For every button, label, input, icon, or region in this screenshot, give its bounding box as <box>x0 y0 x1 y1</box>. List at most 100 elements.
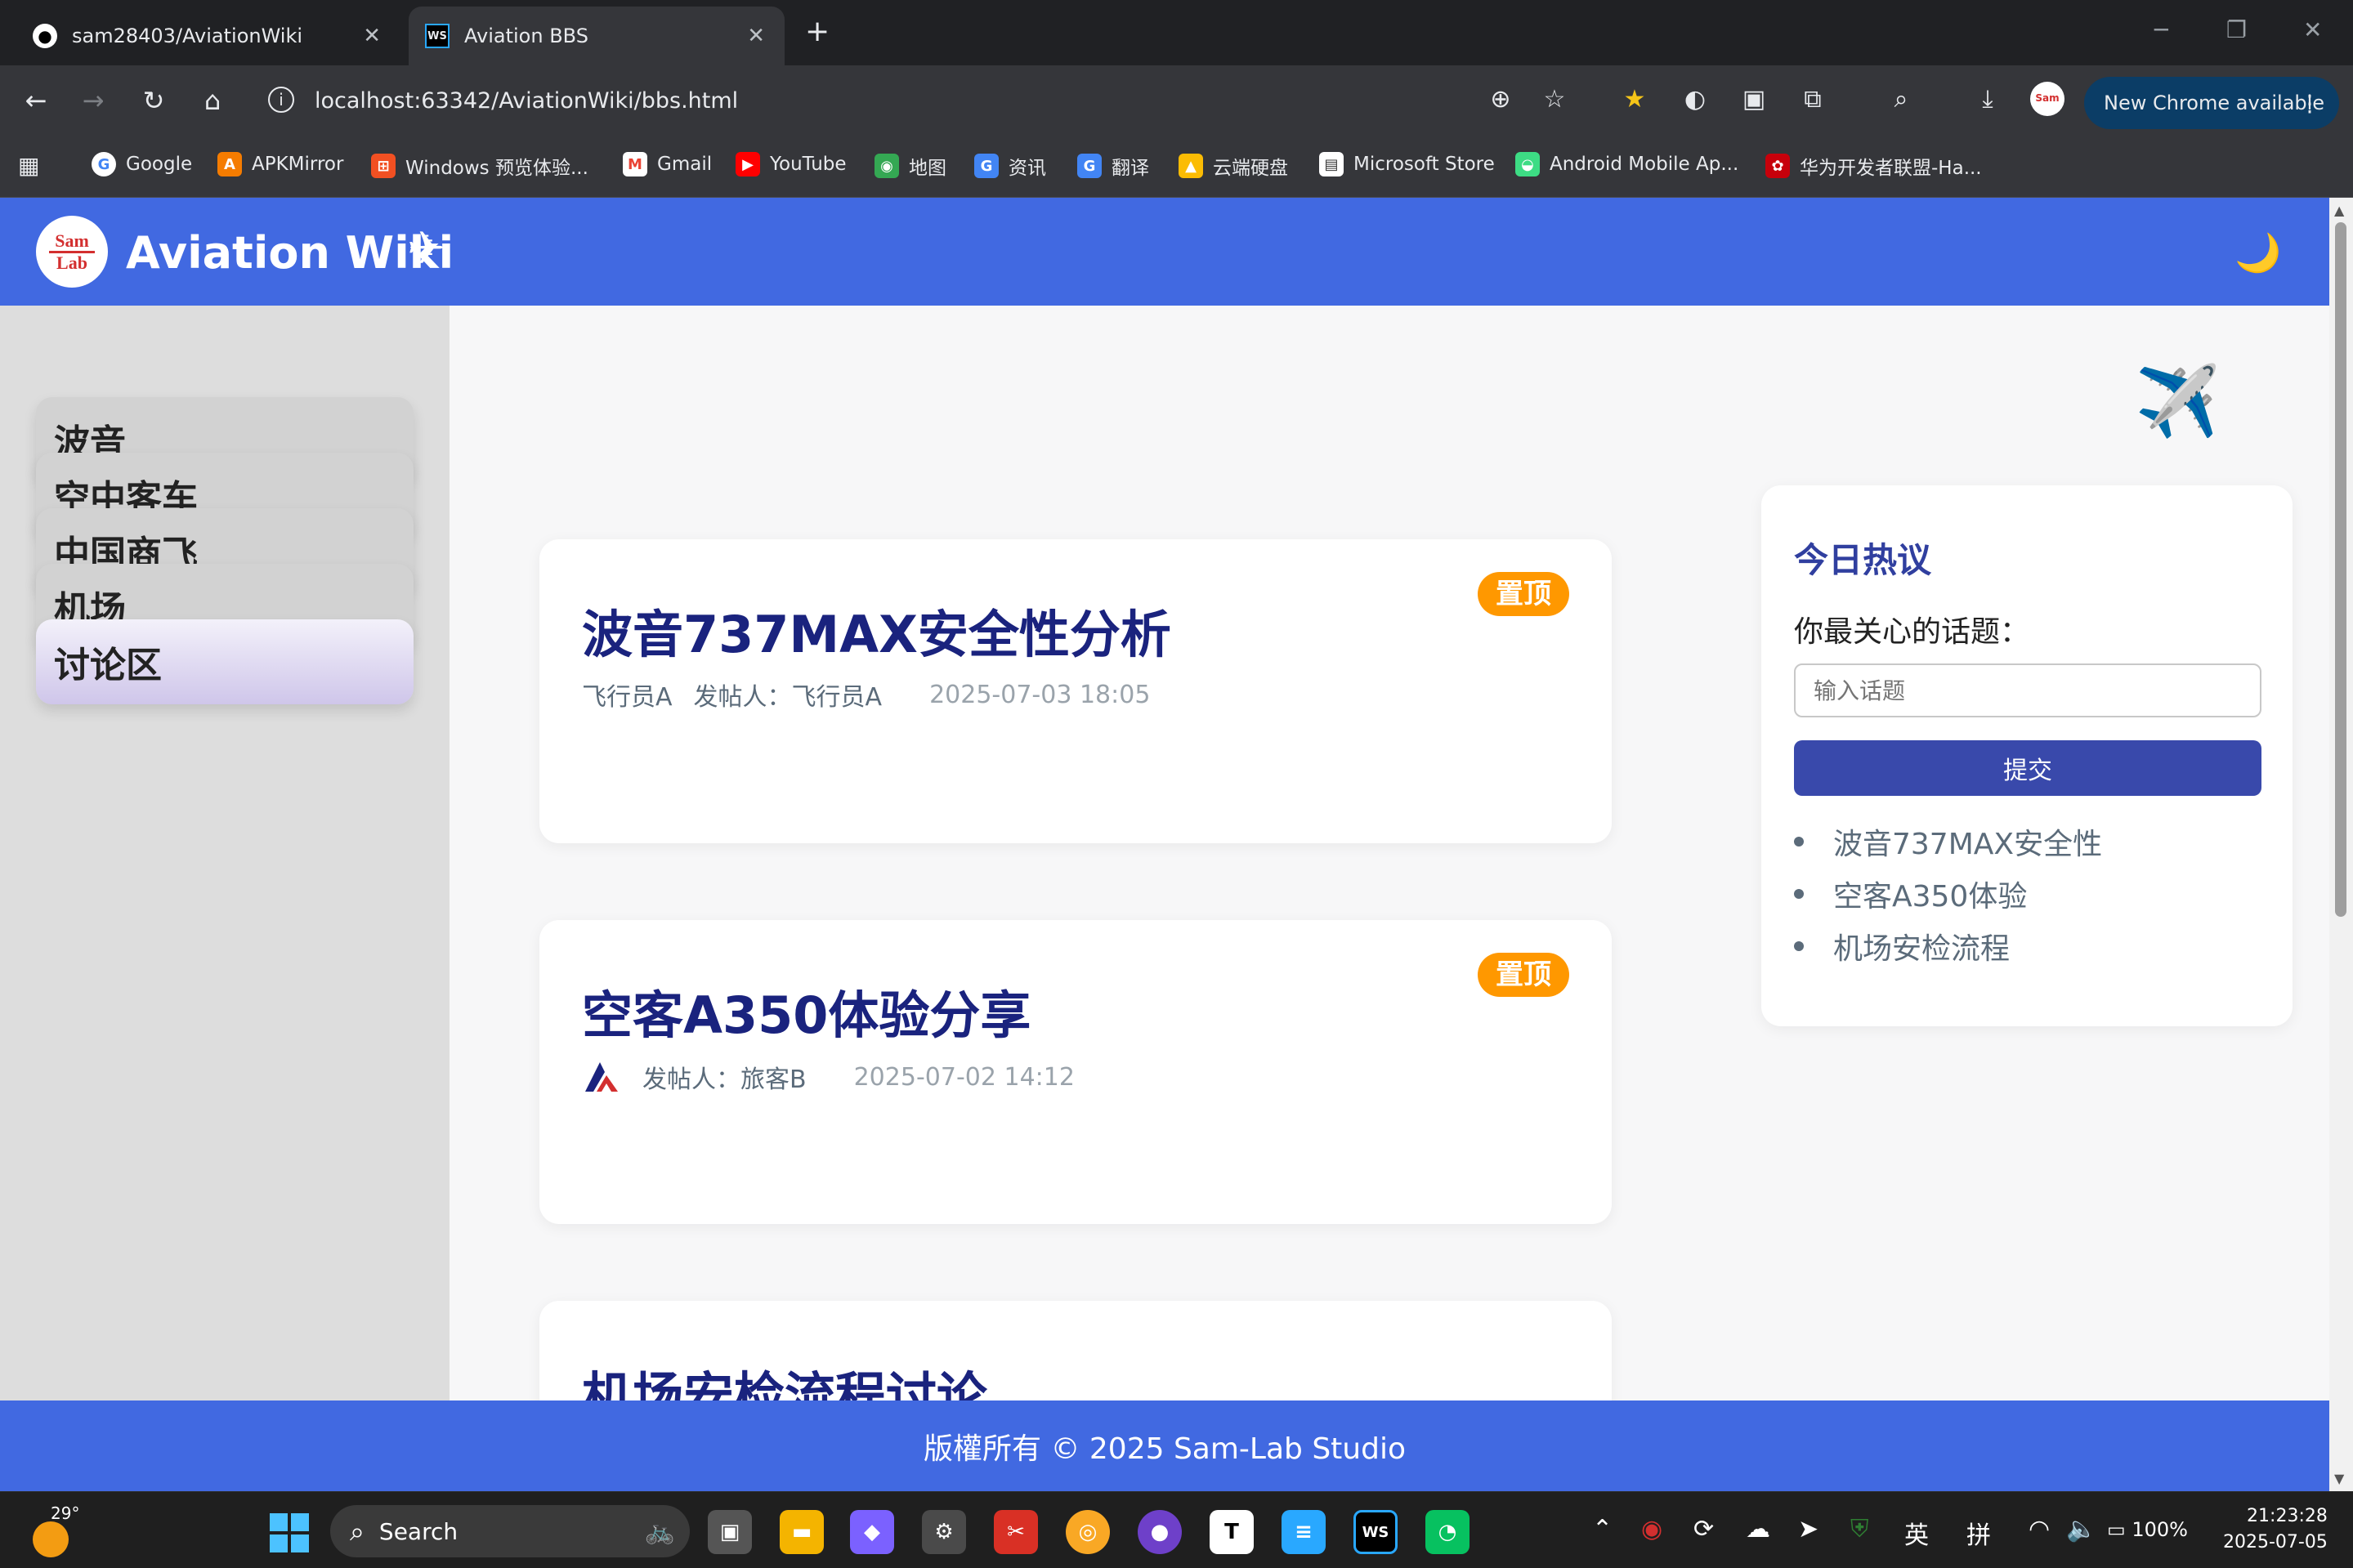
volume-icon[interactable]: 🔈 <box>2066 1515 2096 1543</box>
site-info-icon[interactable]: i <box>268 87 294 113</box>
page-scrollbar[interactable]: ▲ ▼ <box>2329 198 2353 1491</box>
task-view-icon[interactable]: ▣ <box>708 1510 752 1554</box>
browser-toolbar: ← → ↻ ⌂ i localhost:63342/AviationWiki/b… <box>0 65 2353 141</box>
telegram-icon[interactable]: ➤ <box>1798 1515 1818 1543</box>
page-viewport: Sam Lab Aviation Wiki ✈ 🌙 波音 空中客车 中国商飞 机… <box>0 198 2329 1491</box>
home-icon[interactable]: ⌂ <box>195 85 230 116</box>
bookmark-maps[interactable]: ◉ 地图 <box>875 152 946 180</box>
site-title[interactable]: Aviation Wiki <box>126 227 454 279</box>
hot-topic-item[interactable]: 机场安检流程 <box>1794 925 2010 967</box>
profile-avatar[interactable]: Sam <box>2030 82 2064 116</box>
bookmark-windows-insider[interactable]: ⊞ Windows 预览体验... <box>371 152 588 180</box>
scrollbar-thumb[interactable] <box>2335 222 2346 917</box>
drive-icon: ▲ <box>1179 154 1203 178</box>
ime-language[interactable]: 英 <box>1904 1515 1929 1551</box>
more-icon[interactable]: ⋮ <box>2298 90 2321 117</box>
chrome-icon[interactable]: ◎ <box>1066 1510 1110 1554</box>
search-icon: ⌕ <box>350 1515 365 1547</box>
reload-button[interactable]: ↻ <box>136 85 172 116</box>
bookmark-apkmirror[interactable]: A APKMirror <box>217 152 343 176</box>
tab-github[interactable]: ● sam28403/AviationWiki ✕ <box>16 7 400 65</box>
download-icon[interactable]: ⤓ <box>1971 85 2004 114</box>
minimize-button[interactable]: ─ <box>2154 16 2168 43</box>
post-meta: 发帖人：旅客B 2025-07-02 14:12 <box>582 1057 1075 1097</box>
scroll-up-icon[interactable]: ▲ <box>2334 203 2344 218</box>
file-explorer-icon[interactable]: ▬ <box>780 1510 824 1554</box>
new-tab-button[interactable]: + <box>805 15 830 48</box>
site-footer: 版權所有 © 2025 Sam-Lab Studio <box>0 1400 2329 1491</box>
hot-topic-item[interactable]: 波音737MAX安全性 <box>1794 820 2102 863</box>
taskbar-search[interactable]: ⌕ Search 🚲 <box>330 1505 690 1557</box>
post-meta: 飞行员A 发帖人：飞行员A 2025-07-03 18:05 <box>582 677 1150 713</box>
floating-airplane-icon: ✈️ <box>2135 361 2221 441</box>
zoom-icon[interactable]: ⊕ <box>1484 85 1517 114</box>
settings-gear-icon[interactable]: ⚙ <box>922 1510 966 1554</box>
address-bar[interactable]: localhost:63342/AviationWiki/bbs.html <box>315 88 738 114</box>
copyright-text: 版權所有 © 2025 Sam-Lab Studio <box>924 1432 1406 1466</box>
notepad-icon[interactable]: ≡ <box>1282 1510 1326 1554</box>
close-window-button[interactable]: ✕ <box>2303 16 2322 43</box>
bookmark-gmail[interactable]: M Gmail <box>623 152 712 176</box>
ime-mode[interactable]: 拼 <box>1966 1515 1991 1551</box>
pinned-badge: 置顶 <box>1478 572 1569 616</box>
extension-icon[interactable]: ◐ <box>1679 85 1711 114</box>
battery-icon: ▭ <box>2107 1518 2126 1541</box>
chevron-up-icon[interactable]: ⌃ <box>1592 1515 1613 1543</box>
tab-aviation-bbs[interactable]: WS Aviation BBS ✕ <box>409 7 785 65</box>
security-shield-icon[interactable]: ⛨ <box>1850 1515 1869 1543</box>
typora-icon[interactable]: T <box>1210 1510 1254 1554</box>
copilot-icon[interactable]: ◆ <box>850 1510 894 1554</box>
bookmark-translate[interactable]: G 翻译 <box>1077 152 1149 180</box>
sidebar-item-discussion[interactable]: 讨论区 <box>36 619 414 704</box>
extension-icon[interactable]: ★ <box>1618 85 1651 114</box>
wifi-icon[interactable]: ◠ <box>2029 1515 2050 1543</box>
webstorm-icon[interactable]: WS <box>1353 1510 1398 1554</box>
scroll-down-icon[interactable]: ▼ <box>2334 1471 2344 1486</box>
browser-tab-strip: ● sam28403/AviationWiki ✕ WS Aviation BB… <box>0 0 2353 65</box>
post-card[interactable]: 波音737MAX安全性分析 置顶 飞行员A 发帖人：飞行员A 2025-07-0… <box>539 539 1612 843</box>
post-title[interactable]: 空客A350体验分享 <box>582 974 1031 1048</box>
back-button[interactable]: ← <box>18 85 54 116</box>
apps-grid-icon[interactable]: ▦ <box>18 152 39 179</box>
dark-mode-toggle[interactable]: 🌙 <box>2234 230 2281 275</box>
bookmark-microsoft-store[interactable]: ▤ Microsoft Store <box>1319 152 1495 176</box>
extension-icon[interactable]: ▣ <box>1738 85 1770 114</box>
bullet-icon <box>1794 837 1804 847</box>
bookmark-youtube[interactable]: ▶ YouTube <box>736 152 847 176</box>
post-title[interactable]: 波音737MAX安全性分析 <box>582 593 1171 667</box>
sync-icon[interactable]: ⟳ <box>1693 1515 1714 1543</box>
news-icon: G <box>974 154 999 178</box>
bookmark-drive[interactable]: ▲ 云端硬盘 <box>1179 152 1288 180</box>
youtube-icon: ▶ <box>736 152 760 176</box>
samlab-logo[interactable]: Sam Lab <box>36 216 108 288</box>
close-icon[interactable]: ✕ <box>747 24 765 48</box>
start-button[interactable] <box>270 1513 309 1552</box>
bookmark-star-icon[interactable]: ☆ <box>1538 85 1571 114</box>
post-card[interactable]: 空客A350体验分享 置顶 发帖人：旅客B 2025-07-02 14:12 <box>539 920 1612 1224</box>
hot-topics-title: 今日热议 <box>1794 540 1932 580</box>
forward-button[interactable]: → <box>75 85 111 116</box>
close-icon[interactable]: ✕ <box>363 24 381 48</box>
topic-prompt-label: 你最关心的话题： <box>1794 615 2030 649</box>
github-desktop-icon[interactable]: ● <box>1138 1510 1182 1554</box>
author-avatar: 飞行员A <box>582 683 673 712</box>
onedrive-cloud-icon[interactable]: ☁ <box>1746 1515 1770 1543</box>
system-clock[interactable]: 21:23:28 2025-07-05 <box>2223 1503 2328 1556</box>
snipping-tool-icon[interactable]: ✂ <box>994 1510 1038 1554</box>
bookmark-android[interactable]: ◒ Android Mobile Ap... <box>1515 152 1738 176</box>
update-chrome-button[interactable]: New Chrome available ⋮ <box>2084 77 2339 129</box>
bookmark-huawei[interactable]: ✿ 华为开发者联盟-Ha... <box>1765 152 1982 180</box>
huawei-icon: ✿ <box>1765 154 1790 178</box>
hot-topic-item[interactable]: 空客A350体验 <box>1794 873 2027 915</box>
antivirus-icon[interactable]: ◉ <box>1641 1515 1662 1543</box>
extensions-puzzle-icon[interactable]: ⧉ <box>1796 85 1829 114</box>
tab-search-icon[interactable]: ⌕ <box>1885 85 1917 114</box>
restore-button[interactable]: ❐ <box>2226 16 2247 43</box>
wechat-icon[interactable]: ◔ <box>1425 1510 1470 1554</box>
submit-button[interactable]: 提交 <box>1794 740 2261 796</box>
battery-indicator[interactable]: ▭ 100% <box>2107 1518 2188 1541</box>
topic-input[interactable] <box>1794 663 2261 717</box>
bookmark-news[interactable]: G 资讯 <box>974 152 1046 180</box>
bookmark-google[interactable]: G Google <box>92 152 192 176</box>
bookmarks-bar: ▦ G Google A APKMirror ⊞ Windows 预览体验... MG… <box>0 141 2353 198</box>
